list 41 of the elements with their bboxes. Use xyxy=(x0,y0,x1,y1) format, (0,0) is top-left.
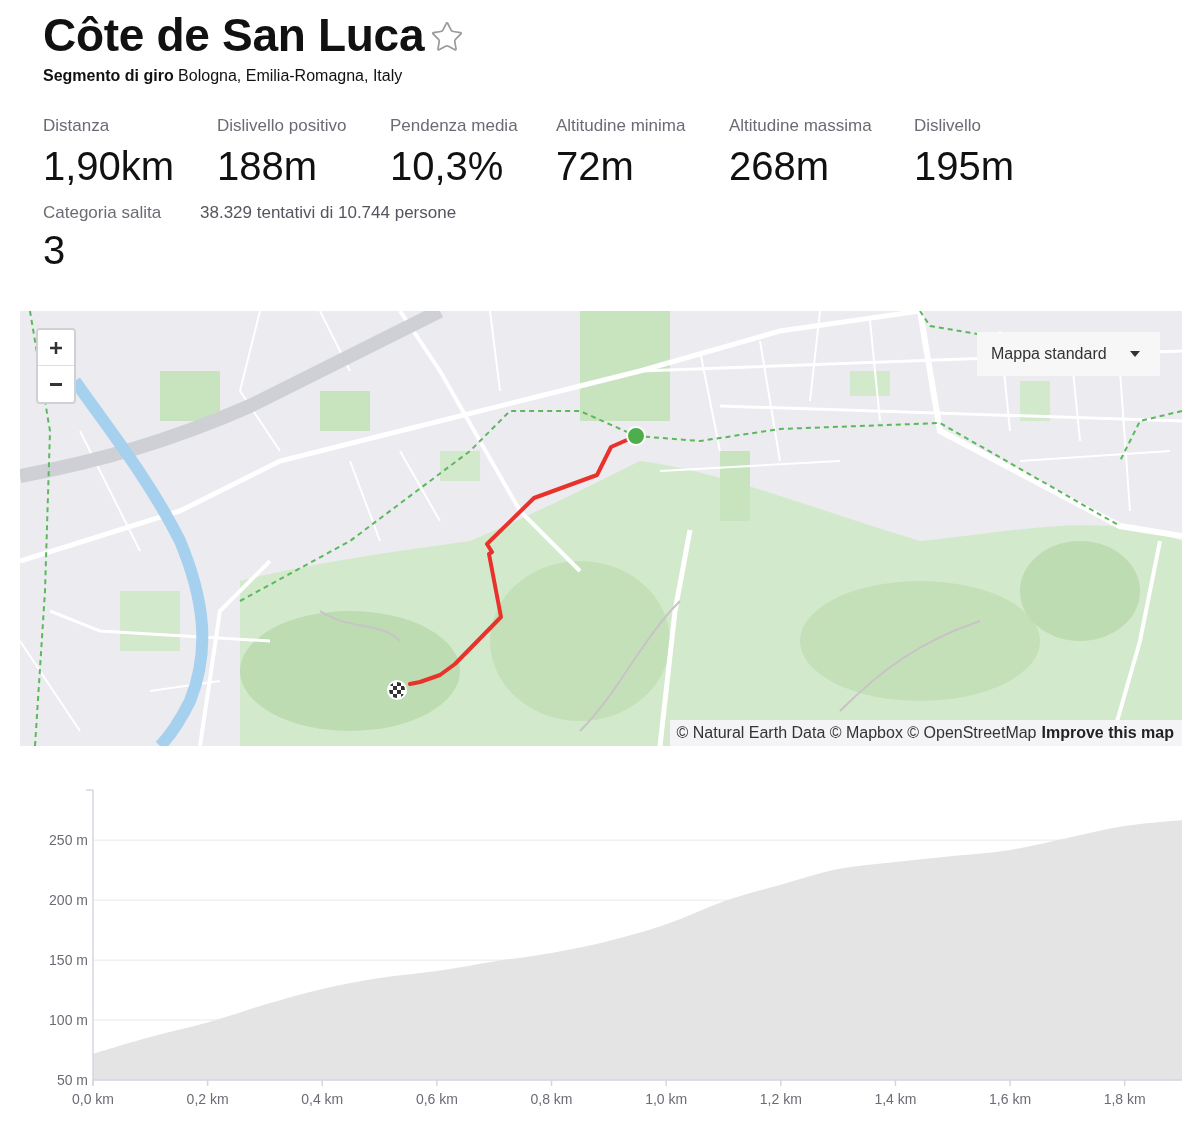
stat-value: 10,3% xyxy=(390,143,504,189)
segment-title: Côte de San Luca xyxy=(43,8,425,62)
x-tick-label: 0,4 km xyxy=(301,1091,344,1107)
attribution-text: © Natural Earth Data © Mapbox © OpenStreetMap xyxy=(676,723,1037,743)
stat-label: Categoria salita xyxy=(43,203,162,223)
stat-label: Dislivello positivo xyxy=(217,116,347,136)
x-tick-label: 1,4 km xyxy=(874,1091,917,1107)
stat-label: Altitudine minima xyxy=(556,116,686,136)
map-style-select[interactable]: Mappa standard xyxy=(977,332,1160,376)
stat-value: 188m xyxy=(217,143,318,189)
zoom-in-button[interactable] xyxy=(38,330,74,366)
stat-label: Dislivello xyxy=(914,116,982,136)
y-tick-label: 200 m xyxy=(49,892,88,909)
stat-value: 195m xyxy=(914,143,1015,189)
x-tick-label: 1,2 km xyxy=(759,1091,802,1107)
x-tick-label: 0,8 km xyxy=(530,1091,573,1107)
stat-value: 72m xyxy=(556,143,634,189)
minus-icon xyxy=(50,382,62,386)
x-tick-label: 1,0 km xyxy=(645,1091,688,1107)
stat-value: 3 xyxy=(43,227,66,273)
x-tick-label: 1,6 km xyxy=(989,1091,1032,1107)
stat-value: 268m xyxy=(729,143,830,189)
x-tick-label: 0,2 km xyxy=(186,1091,229,1107)
x-tick-label: 0,6 km xyxy=(415,1091,458,1107)
segment-subtitle: Segmento di giro Bologna, Emilia-Romagna, Italy xyxy=(43,66,403,86)
star-icon[interactable] xyxy=(430,20,465,54)
x-tick-label: 1,8 km xyxy=(1103,1091,1146,1107)
attempts-count: 38.329 tentativi di 10.744 persone xyxy=(200,203,457,223)
stat-label: Pendenza media xyxy=(390,116,518,136)
y-tick-label: 250 m xyxy=(49,832,88,849)
y-tick-label: 50 m xyxy=(56,1072,88,1088)
stat-value: 1,90km xyxy=(43,143,175,189)
y-tick-label: 150 m xyxy=(49,952,88,969)
improve-map-link[interactable]: Improve this map xyxy=(1041,721,1174,745)
stat-label: Altitudine massima xyxy=(729,116,872,136)
caret-icon xyxy=(1130,351,1140,357)
stat-label: Distanza xyxy=(43,116,110,136)
finish-flag-icon xyxy=(387,680,407,700)
x-tick-label: 0,0 km xyxy=(72,1091,114,1107)
y-tick-label: 100 m xyxy=(49,1012,88,1029)
plus-icon xyxy=(50,341,62,354)
